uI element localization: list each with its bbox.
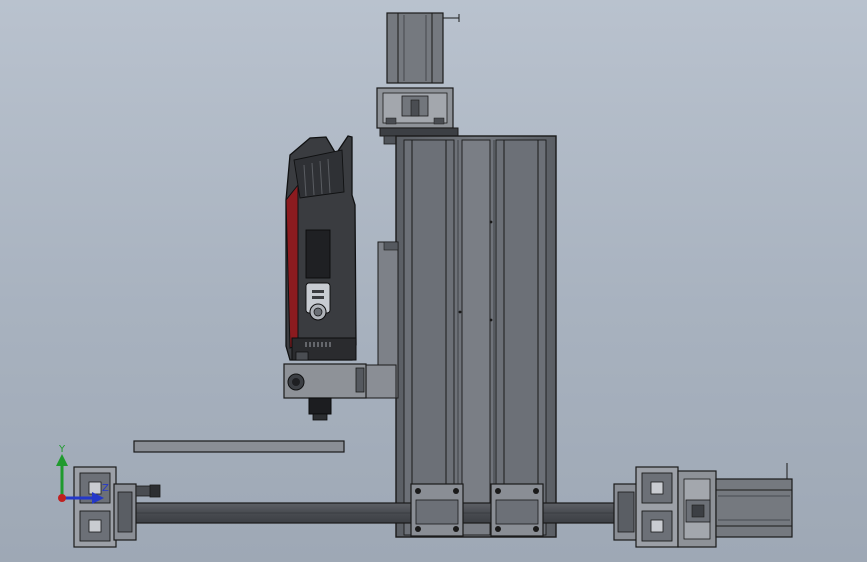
z-axis-motor-bracket [376,87,454,129]
right-bearing-block [613,483,639,541]
coordinate-triad: Y Z [56,444,109,504]
y-axis-arrow [56,454,68,498]
cnc-assembly-drawing [73,12,793,548]
y-axis-label: Y [58,444,66,455]
router-spindle [285,135,357,361]
x-motor-bracket [677,470,717,548]
z-axis-arrow [62,492,104,504]
z-axis-label: Z [102,483,109,494]
cad-viewport[interactable]: Y Z [0,0,867,562]
horizontal-bar [133,440,345,453]
x-nut-block-right [490,483,544,537]
x-axis-origin [58,494,66,502]
spindle-mount-clamp [283,363,367,399]
z-axis-linear-module [395,135,557,538]
x-axis-stepper-motor [715,463,793,538]
x-axis-lead-screw [133,502,635,524]
spindle-collet [308,397,332,421]
z-axis-stepper-motor [386,12,460,84]
z-carriage-plate [361,241,399,399]
right-extrusion-profile [635,466,679,548]
x-nut-block-left [410,483,464,537]
